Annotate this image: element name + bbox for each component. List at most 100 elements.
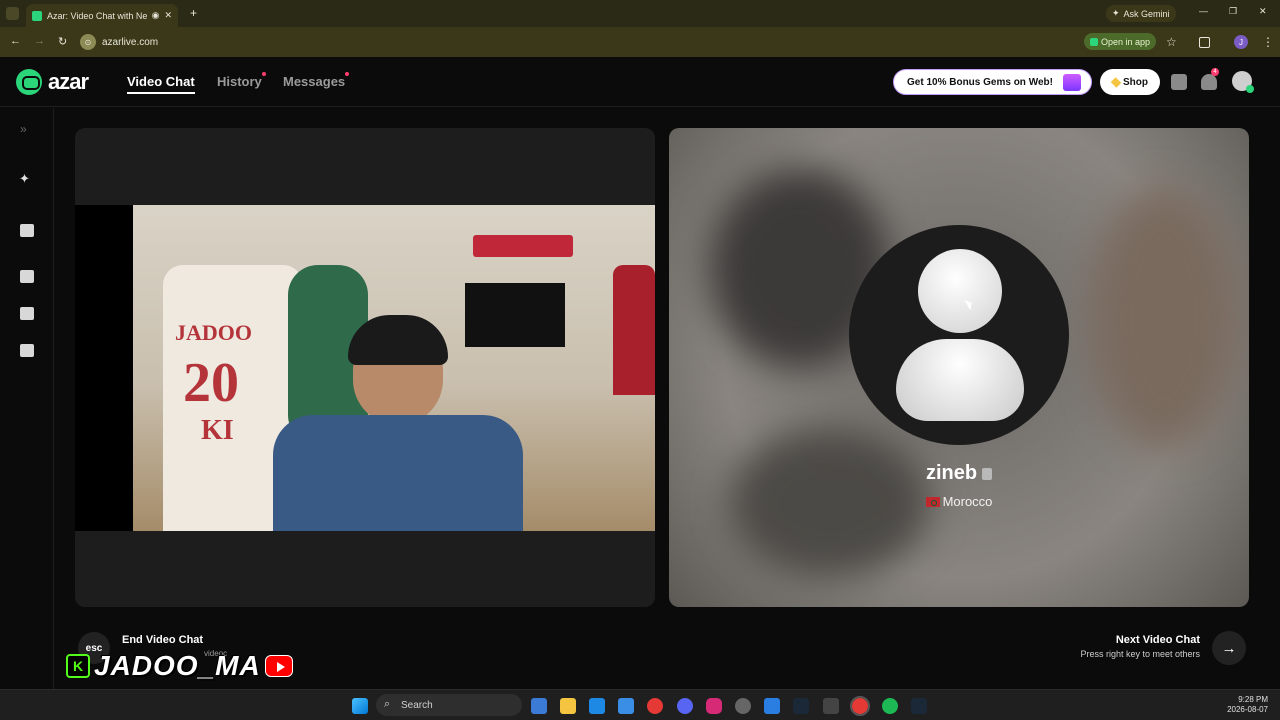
browser-tab[interactable]: Azar: Video Chat with New ◉ ✕ <box>26 4 178 27</box>
tab-title: Azar: Video Chat with New <box>47 10 147 21</box>
app-icon[interactable] <box>764 698 780 714</box>
beanie <box>348 315 448 365</box>
search-icon: ⌕ <box>384 698 391 710</box>
next-video-chat-hint: Press right key to meet others <box>1080 649 1200 659</box>
restore-icon[interactable]: ❐ <box>1229 6 1237 17</box>
app-icon[interactable] <box>735 698 751 714</box>
bonus-gems-promo-button[interactable]: Get 10% Bonus Gems on Web! <box>893 69 1092 95</box>
end-video-chat-label[interactable]: End Video Chat <box>122 634 203 646</box>
profile-avatar[interactable]: J <box>1234 35 1248 49</box>
chrome-icon[interactable] <box>647 698 663 714</box>
minimize-icon[interactable]: — <box>1199 6 1208 16</box>
expand-sidebar-icon[interactable]: » <box>20 122 27 136</box>
filter-icon[interactable] <box>20 224 34 237</box>
address-bar[interactable]: ⊙ azarlive.com <box>80 33 1080 51</box>
nav-messages[interactable]: Messages <box>283 74 345 89</box>
jersey-name: JADOO <box>175 320 252 345</box>
bell-icon[interactable] <box>1201 74 1217 90</box>
youtube-logo-icon <box>264 655 293 677</box>
browser-menu-icon[interactable]: ⋮ <box>1262 35 1274 49</box>
discord-icon[interactable] <box>677 698 693 714</box>
nav-history[interactable]: History <box>217 74 262 89</box>
notification-badge: 4 <box>1211 68 1219 76</box>
next-video-chat-label[interactable]: Next Video Chat <box>1116 634 1200 646</box>
avatar-body-icon <box>896 339 1024 421</box>
layout-stacked-icon[interactable] <box>20 307 34 320</box>
taskbar-search[interactable]: ⌕ Search <box>376 694 522 716</box>
local-user <box>273 315 523 531</box>
messages-unread-dot <box>345 72 349 76</box>
user-jacket <box>273 415 523 531</box>
site-info-icon[interactable]: ⊙ <box>80 34 96 50</box>
azar-logo-icon <box>16 69 42 95</box>
instagram-icon[interactable] <box>706 698 722 714</box>
shop-label: Shop <box>1123 76 1148 88</box>
extensions-icon[interactable] <box>1199 37 1210 48</box>
clock-time: 9:28 PM <box>1238 695 1268 704</box>
azar-logo[interactable]: azar <box>16 69 89 95</box>
gift-icon <box>1063 74 1081 91</box>
jersey-number: 20 <box>183 352 239 414</box>
forward-icon[interactable]: → <box>34 35 45 47</box>
azar-favicon-icon <box>32 10 42 21</box>
tab-search-button[interactable] <box>6 7 19 20</box>
app-icon <box>1090 37 1098 46</box>
gemini-icon: ✦ <box>1112 8 1120 18</box>
webcam-scene: JADOO 20 KI <box>133 205 655 531</box>
bookmark-star-icon[interactable]: ☆ <box>1166 35 1177 49</box>
scarf-banner <box>473 235 573 257</box>
streamer-handle: JADOO_MA <box>94 650 261 681</box>
open-in-app-label: Open in app <box>1101 36 1151 47</box>
ask-gemini-label: Ask Gemini <box>1123 8 1170 19</box>
logo-text: azar <box>48 69 89 94</box>
sidebar: » ✦ <box>0 108 54 689</box>
new-tab-icon[interactable]: + <box>190 6 197 20</box>
close-tab-icon[interactable]: ✕ <box>164 10 172 21</box>
country-text: Morocco <box>942 494 993 509</box>
remote-user-country: Morocco <box>669 494 1249 509</box>
streamer-overlay: K JADOO_MA <box>66 650 293 682</box>
azar-app: azar Video Chat History Messages Get 10%… <box>0 57 1280 689</box>
app-header: azar Video Chat History Messages Get 10%… <box>0 57 1280 107</box>
nav-video-chat[interactable]: Video Chat <box>127 74 195 94</box>
steam-icon[interactable] <box>793 698 809 714</box>
close-window-icon[interactable]: ✕ <box>1259 6 1267 17</box>
app-icon[interactable] <box>823 698 839 714</box>
promo-label: Get 10% Bonus Gems on Web! <box>907 76 1053 88</box>
open-in-app-button[interactable]: Open in app <box>1084 33 1157 50</box>
next-arrow-button[interactable]: → <box>1212 631 1246 665</box>
magic-wand-icon[interactable]: ✦ <box>19 171 33 186</box>
remote-name-text: zineb <box>925 462 978 484</box>
store-icon[interactable] <box>618 698 634 714</box>
back-icon[interactable]: ← <box>10 35 21 47</box>
file-explorer-icon[interactable] <box>560 698 576 714</box>
system-clock[interactable]: 9:28 PM 2026-08-07 <box>1227 695 1268 715</box>
widgets-icon[interactable] <box>531 698 547 714</box>
ask-gemini-button[interactable]: ✦ Ask Gemini <box>1106 5 1176 22</box>
inbox-icon[interactable] <box>1171 74 1187 90</box>
kick-logo-icon: K <box>66 654 90 678</box>
windows-start-icon[interactable] <box>352 698 368 714</box>
search-placeholder: Search <box>401 699 433 711</box>
bg-blur <box>1089 188 1239 448</box>
browser-tab-strip: Azar: Video Chat with New ◉ ✕ + ✦ Ask Ge… <box>0 0 1280 27</box>
chrome-active-icon[interactable] <box>850 696 870 716</box>
steam-icon[interactable] <box>911 698 927 714</box>
reload-icon[interactable]: ↻ <box>58 35 67 48</box>
morocco-flag-icon <box>925 496 940 507</box>
shop-button[interactable]: Shop <box>1100 69 1160 95</box>
recording-icon: ◉ <box>151 10 160 20</box>
verified-shield-icon <box>982 467 993 480</box>
layout-grid-icon[interactable] <box>20 344 34 357</box>
jersey-letters: KI <box>201 415 234 446</box>
windows-taskbar: ⌕ Search 9:28 PM 2026-08-07 <box>0 689 1280 720</box>
remote-user-name: zineb <box>669 462 1249 485</box>
spotify-icon[interactable] <box>882 698 898 714</box>
remote-video-panel: zineb Morocco <box>669 128 1249 607</box>
history-unread-dot <box>262 72 266 76</box>
layout-side-by-side-icon[interactable] <box>20 270 34 283</box>
avatar-head-icon <box>918 249 1002 333</box>
red-jersey <box>613 265 655 395</box>
outlook-icon[interactable] <box>589 698 605 714</box>
user-avatar[interactable] <box>1232 71 1254 93</box>
